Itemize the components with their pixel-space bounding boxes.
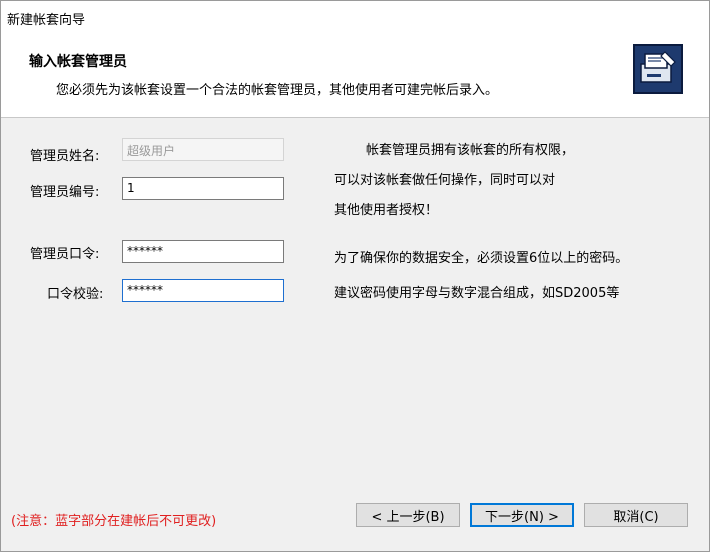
info-line-5: 建议密码使用字母与数字混合组成，如SD2005等: [334, 286, 620, 301]
info-line-4: 为了确保你的数据安全，必须设置6位以上的密码。: [334, 251, 629, 266]
admin-name-label: 管理员姓名:: [30, 149, 100, 164]
info-line-3: 其他使用者授权！: [334, 203, 439, 218]
footer-note: (注意：蓝字部分在建帐后不可更改): [11, 514, 217, 529]
prev-button[interactable]: < 上一步(B): [356, 503, 460, 527]
password-confirm-label: 口令校验:: [47, 287, 104, 302]
password-confirm-field[interactable]: ******: [122, 279, 284, 302]
admin-password-field[interactable]: ******: [122, 240, 284, 263]
next-button[interactable]: 下一步(N) >: [470, 503, 574, 527]
admin-password-label: 管理员口令:: [30, 247, 100, 262]
info-line-1: 帐套管理员拥有该帐套的所有权限，: [366, 143, 575, 158]
title-bar[interactable]: 新建帐套向导: [1, 1, 709, 31]
step-subtitle: 您必须先为该帐套设置一个合法的帐套管理员，其他使用者可建完帐后录入。: [56, 83, 499, 98]
admin-id-field[interactable]: 1: [122, 177, 284, 200]
window-title: 新建帐套向导: [7, 13, 86, 28]
wizard-header: 输入帐套管理员 您必须先为该帐套设置一个合法的帐套管理员，其他使用者可建完帐后录…: [1, 31, 709, 118]
admin-id-label: 管理员编号:: [30, 185, 100, 200]
info-line-2: 可以对该帐套做任何操作，同时可以对: [334, 173, 556, 188]
step-title: 输入帐套管理员: [29, 54, 127, 70]
cancel-button[interactable]: 取消(C): [584, 503, 688, 527]
admin-name-field[interactable]: 超级用户: [122, 138, 284, 161]
wizard-window: 新建帐套向导 输入帐套管理员 您必须先为该帐套设置一个合法的帐套管理员，其他使用…: [0, 0, 710, 552]
wizard-icon: [633, 44, 683, 94]
